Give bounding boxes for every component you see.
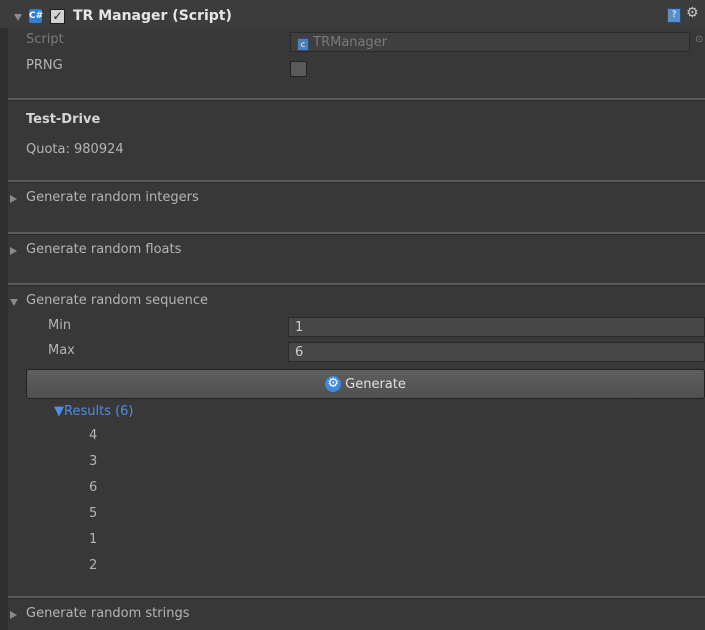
min-label: Min bbox=[48, 318, 72, 333]
testdrive-heading: Test-Drive bbox=[26, 112, 101, 127]
object-picker-icon[interactable]: ⊙ bbox=[695, 34, 703, 45]
section-strings[interactable]: Generate random strings bbox=[26, 606, 190, 621]
script-field: c TRManager bbox=[290, 32, 690, 52]
max-input[interactable]: 6 bbox=[288, 342, 705, 362]
separator bbox=[8, 283, 705, 286]
cs-script-icon: C# bbox=[29, 9, 44, 23]
component-title: TR Manager (Script) bbox=[73, 8, 232, 24]
result-item: 5 bbox=[89, 506, 98, 521]
separator bbox=[8, 232, 705, 235]
foldout-arrow-icon: ▼ bbox=[54, 404, 64, 419]
gear-icon[interactable]: ⚙ bbox=[686, 5, 699, 21]
script-file-icon: c bbox=[297, 38, 309, 51]
section-integers[interactable]: Generate random integers bbox=[26, 190, 199, 205]
max-label: Max bbox=[48, 343, 75, 358]
result-item: 4 bbox=[89, 428, 98, 443]
result-item: 3 bbox=[89, 454, 98, 469]
generate-button[interactable]: ⚙ Generate bbox=[26, 369, 705, 399]
expand-arrow-icon[interactable] bbox=[10, 195, 17, 203]
collapse-arrow-icon[interactable] bbox=[14, 14, 22, 21]
collapse-arrow-icon[interactable] bbox=[10, 299, 18, 306]
min-input[interactable]: 1 bbox=[288, 317, 705, 337]
prng-label: PRNG bbox=[26, 58, 63, 73]
separator bbox=[8, 98, 705, 101]
separator bbox=[8, 180, 705, 183]
expand-arrow-icon[interactable] bbox=[10, 247, 17, 255]
enabled-checkbox[interactable]: ✓ bbox=[50, 9, 65, 24]
section-sequence[interactable]: Generate random sequence bbox=[26, 293, 208, 308]
gear-icon: ⚙ bbox=[325, 376, 342, 392]
help-book-icon[interactable]: ? bbox=[667, 8, 681, 23]
result-item: 6 bbox=[89, 480, 98, 495]
separator bbox=[8, 596, 705, 599]
script-label: Script bbox=[26, 32, 64, 47]
quota-label: Quota: 980924 bbox=[26, 142, 124, 157]
result-item: 2 bbox=[89, 558, 98, 573]
inspector-left-edge bbox=[0, 28, 8, 630]
expand-arrow-icon[interactable] bbox=[10, 611, 17, 619]
script-field-value: TRManager bbox=[313, 35, 388, 50]
results-foldout[interactable]: ▼Results (6) bbox=[54, 404, 134, 419]
prng-toggle[interactable] bbox=[290, 61, 307, 77]
section-floats[interactable]: Generate random floats bbox=[26, 242, 181, 257]
generate-button-label: Generate bbox=[345, 376, 406, 392]
results-label: Results (6) bbox=[64, 404, 134, 419]
result-item: 1 bbox=[89, 532, 98, 547]
